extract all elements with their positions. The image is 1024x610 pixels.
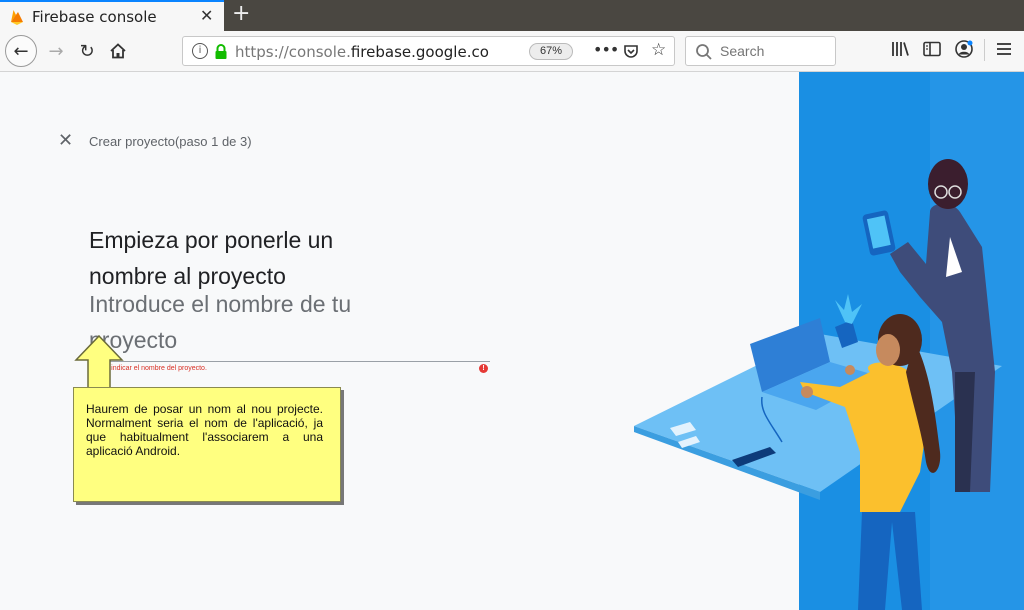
library-icon[interactable]: [891, 41, 909, 57]
illustration: [634, 72, 1024, 610]
pocket-icon[interactable]: [623, 43, 639, 59]
url-text[interactable]: https://console.firebase.google.com/: [235, 43, 490, 61]
tab-close-icon[interactable]: ✕: [200, 6, 213, 25]
arrow-right-icon: →: [48, 40, 64, 62]
tab-strip: Firebase console ✕ +: [0, 0, 1024, 31]
back-button[interactable]: ←: [5, 35, 37, 67]
home-icon: [110, 43, 126, 59]
toolbar-separator: [984, 39, 985, 61]
search-icon: [696, 44, 712, 60]
callout-arrow-icon: [74, 334, 124, 389]
project-name-input[interactable]: Introduce el nombre de tu proyecto: [89, 286, 490, 362]
new-tab-button[interactable]: +: [232, 1, 250, 26]
account-icon[interactable]: [955, 40, 973, 58]
url-bar[interactable]: i https://console.firebase.google.com/ 6…: [182, 36, 675, 66]
error-icon: !: [479, 364, 488, 373]
reload-icon: ↻: [79, 40, 95, 62]
page-content: ✕ Crear proyecto(paso 1 de 3) Empieza po…: [0, 72, 1024, 610]
step-label: Crear proyecto(paso 1 de 3): [89, 134, 252, 149]
forward-button[interactable]: →: [40, 35, 72, 67]
navigation-toolbar: ← → ↻ i https://console.firebase.google.…: [0, 31, 1024, 72]
firebase-icon: [11, 10, 23, 25]
arrow-left-icon: ←: [13, 40, 29, 62]
home-button[interactable]: [102, 35, 134, 67]
sidebar-icon[interactable]: [923, 41, 941, 57]
lock-icon: [215, 44, 227, 59]
page-title: Empieza por ponerle un nombre al proyect…: [89, 227, 334, 289]
tab-firebase-console[interactable]: Firebase console ✕: [0, 0, 224, 31]
project-name-placeholder: Introduce el nombre de tu proyecto: [89, 291, 352, 353]
bookmark-star-icon[interactable]: ☆: [651, 40, 666, 60]
close-icon[interactable]: ✕: [58, 130, 73, 151]
annotation-text: Haurem de posar un nom al nou projecte. …: [86, 402, 323, 458]
page-actions-icon[interactable]: •••: [593, 40, 619, 59]
annotation-callout: Haurem de posar un nom al nou projecte. …: [73, 387, 341, 502]
zoom-level-badge[interactable]: 67%: [529, 43, 573, 60]
search-input[interactable]: [720, 42, 830, 60]
search-bar[interactable]: [685, 36, 836, 66]
info-icon[interactable]: i: [192, 43, 208, 59]
reload-button[interactable]: ↻: [71, 35, 103, 67]
tab-title: Firebase console: [32, 8, 157, 26]
hamburger-menu-icon[interactable]: [996, 41, 1012, 57]
